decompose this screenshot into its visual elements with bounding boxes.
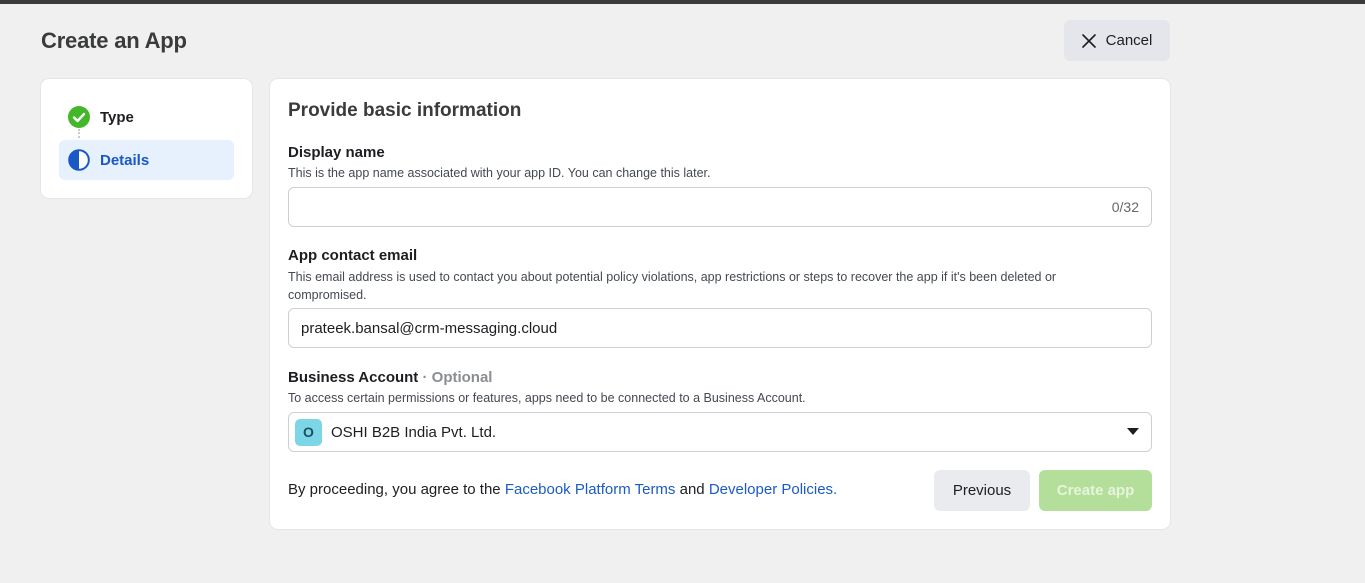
- business-account-value: OSHI B2B India Pvt. Ltd.: [331, 423, 497, 441]
- basic-info-form: Provide basic information Display name T…: [270, 79, 1170, 529]
- contact-email-label: App contact email: [288, 247, 418, 264]
- display-name-label: Display name: [288, 144, 385, 161]
- section-title: Provide basic information: [288, 100, 522, 121]
- display-name-field-wrapper: 0/32: [288, 187, 1152, 227]
- contact-email-help: This email address is used to contact yo…: [288, 270, 1057, 302]
- contact-email-input[interactable]: [301, 319, 1139, 337]
- business-avatar: O: [295, 418, 322, 446]
- display-name-help: This is the app name associated with you…: [288, 166, 711, 180]
- platform-terms-link[interactable]: Facebook Platform Terms: [505, 481, 676, 498]
- caret-down-icon: [1127, 428, 1139, 435]
- page-title: Create an App: [41, 28, 187, 53]
- terms-prefix: By proceeding, you agree to the: [288, 481, 505, 498]
- create-app-button[interactable]: Create app: [1039, 470, 1152, 511]
- half-circle-icon: [68, 149, 90, 171]
- display-name-input[interactable]: [301, 198, 1112, 216]
- cancel-button[interactable]: Cancel: [1064, 20, 1170, 61]
- step-type[interactable]: Type: [59, 97, 234, 137]
- business-account-select[interactable]: O OSHI B2B India Pvt. Ltd.: [288, 412, 1152, 452]
- terms-middle: and: [675, 481, 709, 498]
- step-details[interactable]: Details: [59, 140, 234, 180]
- check-circle-icon: [68, 106, 90, 128]
- developer-policies-link[interactable]: Developer Policies.: [709, 481, 837, 498]
- optional-tag: · Optional: [422, 369, 493, 386]
- terms-text: By proceeding, you agree to the Facebook…: [288, 481, 837, 498]
- step-label: Type: [100, 108, 134, 126]
- steps-sidebar: Type Details: [41, 79, 252, 198]
- contact-email-field-wrapper: [288, 308, 1152, 348]
- top-bar: [0, 0, 1365, 4]
- previous-button[interactable]: Previous: [934, 470, 1030, 511]
- char-counter: 0/32: [1111, 199, 1139, 215]
- business-account-label-text: Business Account: [288, 369, 419, 386]
- cancel-label: Cancel: [1105, 32, 1153, 49]
- close-icon: [1081, 33, 1096, 48]
- business-account-help: To access certain permissions or feature…: [288, 391, 806, 405]
- business-account-label: Business Account · Optional: [288, 369, 492, 386]
- step-label: Details: [100, 151, 150, 169]
